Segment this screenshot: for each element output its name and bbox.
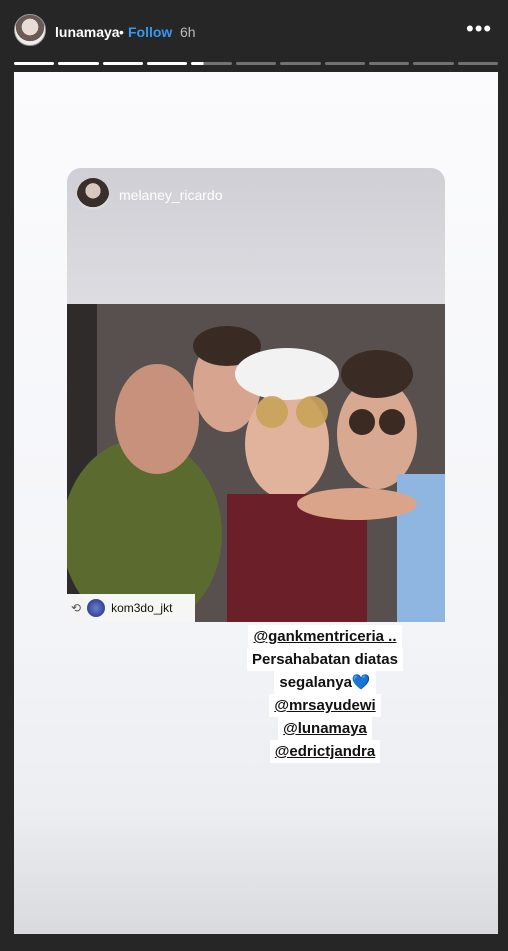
shared-post-username[interactable]: melaney_ricardo (119, 187, 223, 203)
heart-icon: 💙 (351, 674, 371, 691)
shared-post-photo (67, 304, 445, 622)
shared-post-avatar[interactable] (77, 178, 109, 210)
mention-lunamaya[interactable]: @lunamaya (278, 717, 372, 740)
repost-tag[interactable]: ⟲ kom3do_jkt (67, 594, 195, 622)
timestamp: 6h (180, 24, 196, 40)
caption-text: Persahabatan diatas (247, 648, 403, 671)
mention-edrictjandra[interactable]: @edrictjandra (269, 740, 381, 763)
more-icon[interactable]: ••• (466, 18, 492, 40)
progress-segment-current (191, 62, 232, 65)
progress-segment (14, 62, 55, 65)
story-progress-bar (14, 62, 498, 65)
progress-segment (368, 62, 410, 65)
repost-avatar (87, 599, 106, 617)
progress-segment (324, 62, 365, 65)
story-caption: @gankmentriceria .. Persahabatan diatas … (225, 625, 425, 763)
mention-gankmentriceria[interactable]: @gankmentriceria .. (248, 625, 402, 648)
repost-icon: ⟲ (71, 601, 82, 615)
progress-segment (58, 62, 99, 65)
progress-segment (235, 62, 277, 65)
progress-segment (457, 62, 498, 65)
username[interactable]: lunamaya (55, 24, 120, 40)
progress-segment (102, 62, 144, 65)
mention-mrsayudewi[interactable]: @mrsayudewi (269, 694, 381, 717)
separator-dot: • (119, 24, 124, 40)
progress-segment (413, 62, 454, 65)
follow-button[interactable]: Follow (128, 24, 172, 40)
progress-segment (280, 62, 321, 65)
story-content[interactable]: melaney_ricardo ⟲ kom3do_jkt @gankmentri… (14, 72, 498, 934)
avatar[interactable] (14, 14, 46, 46)
caption-text-part: segalanya (279, 674, 352, 691)
caption-text: segalanya💙 (274, 671, 376, 694)
progress-segment (147, 62, 188, 65)
repost-username[interactable]: kom3do_jkt (111, 601, 172, 615)
story-header: lunamaya • Follow 6h ••• (0, 0, 508, 60)
